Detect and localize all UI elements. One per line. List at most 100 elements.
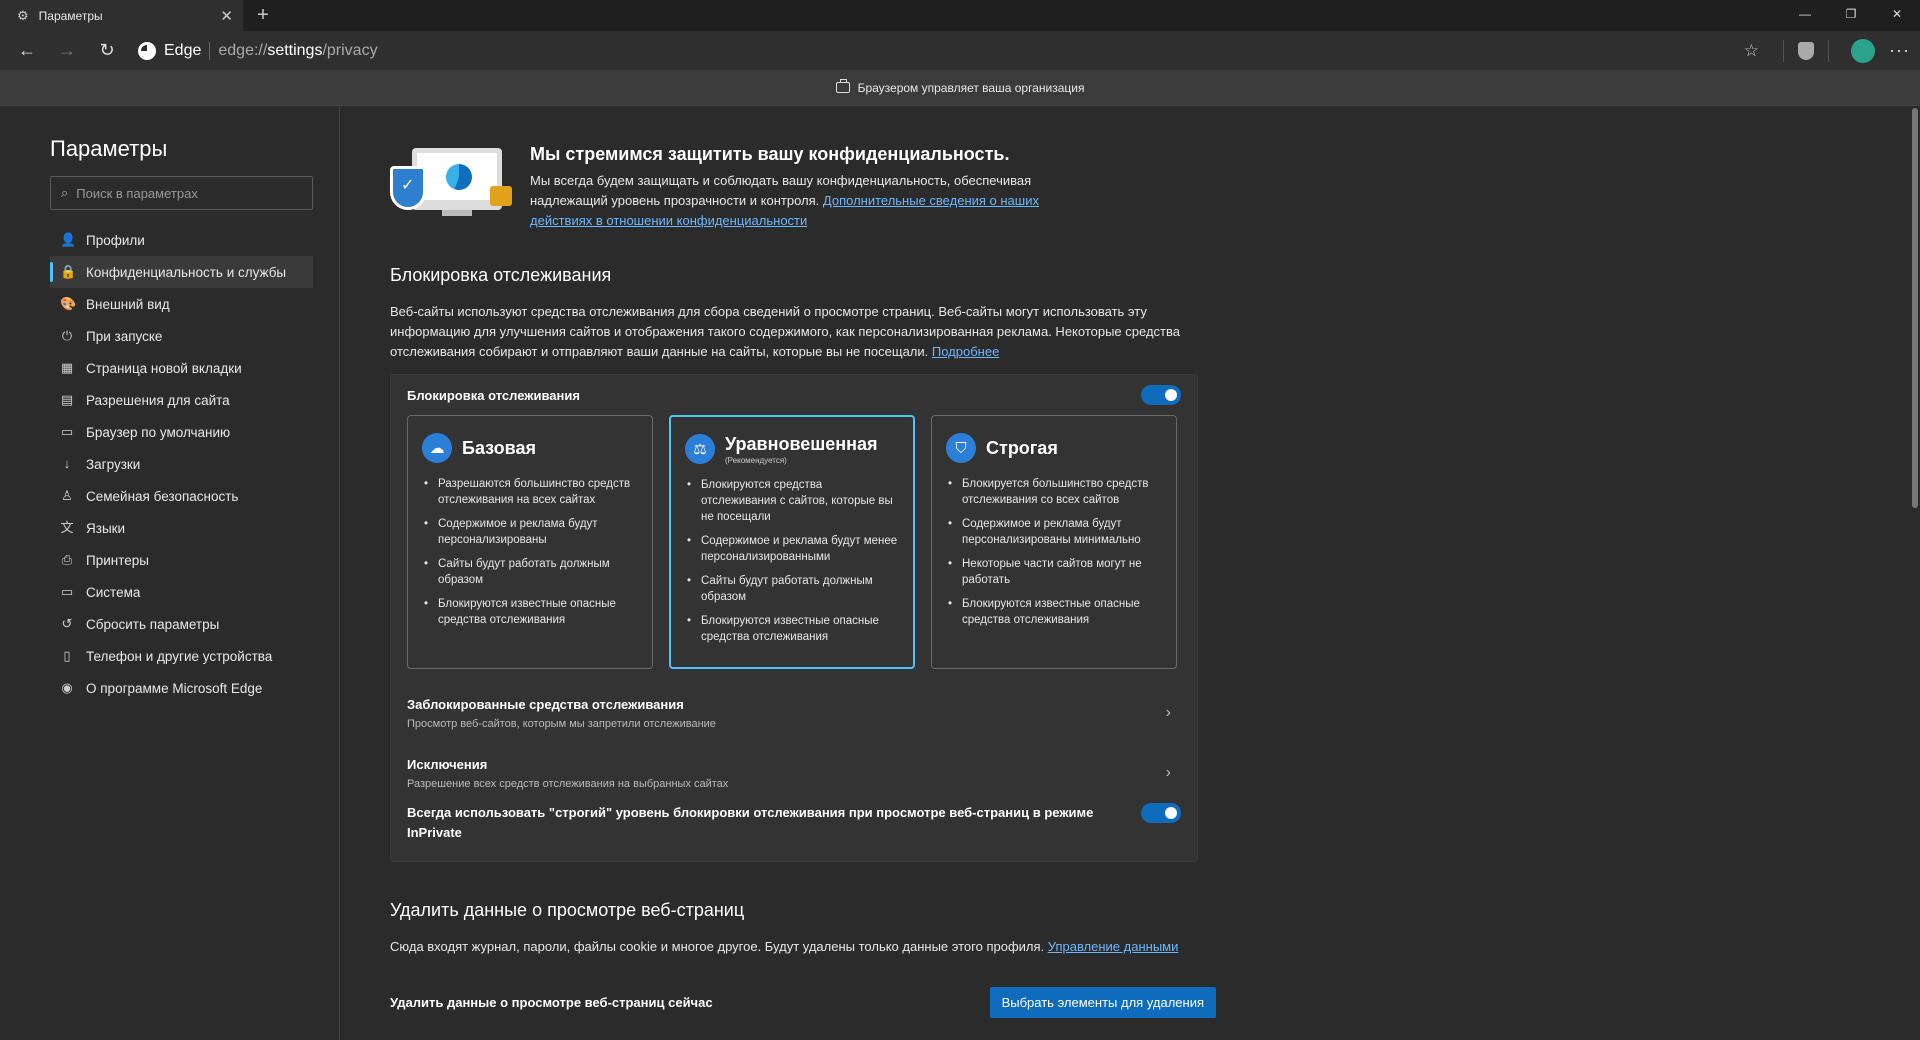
nav-icon: ◉	[61, 680, 73, 695]
choose-what-to-clear-button[interactable]: Выбрать элементы для удаления	[989, 987, 1216, 1018]
sidebar-item[interactable]: ♙ Семейная безопасность	[50, 480, 313, 512]
sidebar-nav: 👤 Профили 🔒 Конфиденциальность и службы 🎨 Вне…	[50, 224, 313, 704]
nav-icon: ▭	[60, 584, 74, 599]
nav-icon: ♙	[61, 488, 73, 503]
sidebar-item[interactable]: ↓ Загрузки	[50, 448, 313, 480]
tracking-level-icon: ⚖	[685, 434, 715, 464]
sidebar-item-label: Профили	[86, 232, 145, 248]
sidebar-item-label: Внешний вид	[86, 296, 170, 312]
toolbar-divider	[1783, 39, 1785, 62]
scrollbar-thumb[interactable]	[1912, 108, 1918, 508]
sidebar-item[interactable]: ↺ Сбросить параметры	[50, 608, 313, 640]
extension-shield-icon[interactable]	[1798, 41, 1815, 60]
sidebar-item[interactable]: ▯ Телефон и другие устройства	[50, 640, 313, 672]
tracking-card: Блокировка отслеживания ☁ Базовая Разрешаю…	[390, 374, 1198, 862]
option-bullet: Блокируются средства отслеживания с сайт…	[687, 477, 899, 525]
search-icon: ⌕	[61, 185, 69, 200]
back-arrow-icon[interactable]: ←	[10, 34, 44, 68]
blocked-trackers-row[interactable]: Заблокированные средства отслеживания Пр…	[407, 683, 1181, 743]
address-bar[interactable]: Edge edge://settings/privacy ☆	[130, 36, 1769, 66]
exceptions-row[interactable]: Исключения Разрешение всех средств отсле…	[407, 743, 1181, 803]
window-controls: — ❐ ✕	[1782, 0, 1920, 28]
sidebar-item-label: Телефон и другие устройства	[86, 648, 273, 664]
managed-infobar: Браузером управляет ваша организация	[0, 70, 1920, 106]
clear-data-description: Сюда входят журнал, пароли, файлы cookie…	[390, 939, 1179, 954]
sidebar-item[interactable]: ◉ О программе Microsoft Edge	[50, 672, 313, 704]
tracking-description: Веб-сайты используют средства отслеживан…	[390, 304, 1180, 359]
more-menu-icon[interactable]: ···	[1889, 40, 1910, 61]
tracking-toggle[interactable]	[1141, 385, 1181, 405]
sidebar-item[interactable]: 🎨 Внешний вид	[50, 288, 313, 320]
sidebar-item[interactable]: 🔒 Конфиденциальность и службы	[50, 256, 313, 288]
sidebar-item[interactable]: ▭ Система	[50, 576, 313, 608]
tracking-option-card[interactable]: ☁ Базовая Разрешаются большинство средств …	[407, 415, 653, 669]
hero-title: Мы стремимся защитить вашу конфиденциаль…	[530, 144, 1010, 164]
tracking-level-icon: ⛉	[946, 433, 976, 463]
new-tab-button[interactable]: +	[243, 0, 283, 31]
nav-icon: ⏻	[61, 328, 73, 343]
chevron-right-icon: ›	[1165, 764, 1171, 781]
settings-main: Параметры ⌕ 👤 Профили 🔒 Конфиденциальность …	[0, 106, 1920, 1040]
refresh-icon[interactable]: ↻	[90, 34, 124, 68]
privacy-illustration-icon	[390, 144, 512, 224]
scrollbar[interactable]	[1910, 106, 1920, 1040]
inprivate-row: Всегда использовать "строгий" уровень бл…	[407, 803, 1181, 851]
restore-icon[interactable]: ❐	[1828, 0, 1874, 28]
option-bullet: Блокируются известные опасные средства о…	[687, 613, 899, 645]
search-input[interactable]	[76, 185, 277, 201]
tracking-option-card[interactable]: ⛉ Строгая Блокируется большинство средств …	[931, 415, 1177, 669]
sidebar-item[interactable]: ⎙ Принтеры	[50, 544, 313, 576]
browser-tab[interactable]: ⚙ Параметры ✕	[0, 0, 243, 31]
edge-logo-icon	[138, 41, 156, 60]
sidebar-item-label: Браузер по умолчанию	[86, 424, 231, 440]
sidebar-item-label: Страница новой вкладки	[86, 360, 242, 376]
sidebar-item-label: Конфиденциальность и службы	[86, 264, 287, 280]
clear-data-title: Удалить данные о просмотре веб-страниц	[390, 900, 745, 920]
manage-data-link[interactable]: Управление данными	[1048, 939, 1179, 954]
browser-toolbar: ← → ↻ Edge edge://settings/privacy ☆ ···	[0, 31, 1920, 70]
sidebar-title: Параметры	[50, 136, 168, 161]
nav-icon: 文	[60, 520, 74, 535]
option-bullet: Некоторые части сайтов могут не работать	[948, 556, 1162, 588]
close-window-icon[interactable]: ✕	[1874, 0, 1920, 28]
minimize-icon[interactable]: —	[1782, 0, 1828, 28]
sidebar-item[interactable]: ▦ Страница новой вкладки	[50, 352, 313, 384]
toolbar-divider	[1828, 39, 1830, 62]
option-bullet: Содержимое и реклама будут персонализиро…	[948, 516, 1162, 548]
privacy-hero: Мы стремимся защитить вашу конфиденциаль…	[390, 144, 1198, 231]
close-tab-icon[interactable]: ✕	[220, 7, 233, 25]
nav-icon: ▭	[60, 424, 74, 439]
sidebar-item[interactable]: ⏻ При запуске	[50, 320, 313, 352]
sidebar-item-label: Сбросить параметры	[86, 616, 220, 632]
hero-text: Мы всегда будем защищать и соблюдать ваш…	[530, 173, 1039, 228]
option-bullet: Блокируется большинство средств отслежив…	[948, 476, 1162, 508]
clear-data-section: Удалить данные о просмотре веб-страниц С…	[390, 900, 1216, 1018]
blocked-trackers-subtitle: Просмотр веб-сайтов, которым мы запретил…	[407, 717, 716, 730]
option-subtitle: (Рекомендуется)	[725, 455, 787, 465]
nav-icon: ↓	[63, 456, 71, 471]
profile-avatar[interactable]	[1851, 38, 1876, 63]
nav-icon: ↺	[61, 616, 73, 631]
sidebar-item[interactable]: 👤 Профили	[50, 224, 313, 256]
option-bullet: Сайты будут работать должным образом	[424, 556, 638, 588]
settings-search[interactable]: ⌕	[50, 176, 313, 210]
tracking-option-card[interactable]: ⚖ Уравновешенная(Рекомендуется) Блокируютс…	[669, 415, 915, 669]
address-url: edge://settings/privacy	[218, 41, 378, 59]
nav-icon: 🎨	[60, 296, 77, 311]
favorite-star-icon[interactable]: ☆	[1744, 41, 1759, 61]
sidebar-item-label: О программе Microsoft Edge	[86, 680, 263, 696]
tab-title: Параметры	[38, 8, 103, 23]
sidebar-item[interactable]: 文 Языки	[50, 512, 313, 544]
sidebar-item[interactable]: ▭ Браузер по умолчанию	[50, 416, 313, 448]
sidebar-item[interactable]: ▤ Разрешения для сайта	[50, 384, 313, 416]
inprivate-toggle[interactable]	[1141, 803, 1181, 823]
nav-icon: 🔒	[60, 264, 77, 279]
option-bullet: Содержимое и реклама будут персонализиро…	[424, 516, 638, 548]
nav-icon: ⎙	[61, 552, 73, 567]
forward-arrow-icon[interactable]: →	[50, 34, 84, 68]
exceptions-subtitle: Разрешение всех средств отслеживания на …	[407, 777, 729, 790]
sidebar-item-label: Загрузки	[86, 456, 141, 472]
nav-icon: ▤	[60, 392, 74, 407]
learn-more-link[interactable]: Подробнее	[932, 344, 999, 359]
sidebar-item-label: При запуске	[86, 328, 163, 344]
